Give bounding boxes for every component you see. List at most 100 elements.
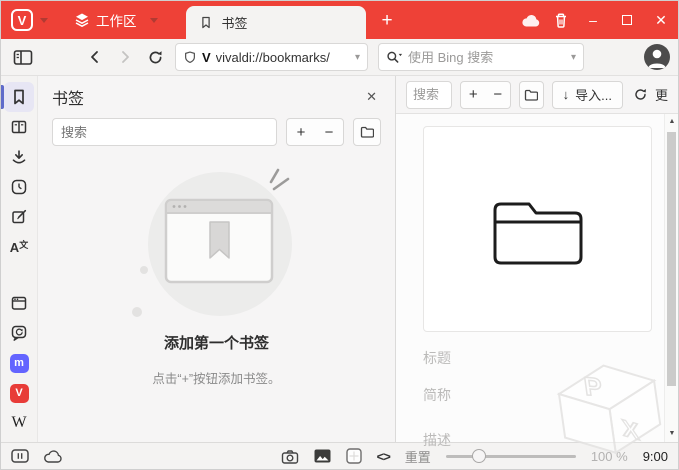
rail-bookmarks-button[interactable]	[4, 82, 34, 112]
workspaces-caret-icon	[149, 17, 158, 23]
mastodon-icon: m	[9, 353, 29, 373]
rail-sessions-button[interactable]	[4, 318, 34, 348]
zoom-slider-thumb[interactable]	[471, 449, 486, 463]
profile-avatar[interactable]	[644, 44, 670, 70]
bubble-loop-icon	[11, 325, 27, 341]
panel-search-row: + −	[52, 118, 381, 146]
minimize-button[interactable]: –	[576, 1, 610, 39]
page-images-icon[interactable]	[314, 449, 331, 463]
import-label: 导入...	[575, 88, 612, 103]
bookmark-fields: 标题 简称 描述	[423, 332, 656, 450]
refresh-thumbnail-button[interactable]: 更	[633, 85, 668, 104]
zoom-slider-track[interactable]	[445, 454, 576, 458]
trash-closed-tabs-button[interactable]	[546, 5, 576, 35]
arrow-down-icon: ↓	[562, 87, 570, 102]
bookmarks-main: + − ↓ 导入... 更	[396, 76, 678, 448]
zoom-slider[interactable]	[445, 449, 576, 463]
thumbnail-card[interactable]	[423, 126, 652, 332]
rail-vivaldi-button[interactable]: V	[4, 378, 34, 408]
import-button[interactable]: ↓ 导入...	[551, 80, 623, 109]
person-icon	[648, 49, 666, 68]
scrollbar[interactable]: ▲ ▼	[664, 114, 678, 442]
search-field[interactable]: ▾	[378, 43, 584, 71]
body-row: A文 m V W 书签 ✕ 搜索 + − 添加第一个书签 点击“+”按钮添加书签…	[1, 76, 678, 448]
scroll-down-button[interactable]: ▼	[665, 430, 678, 437]
zoom-value: 100 %	[590, 448, 628, 464]
main-remove-button[interactable]: −	[485, 86, 509, 103]
bookmark-editor: 标题 简称 描述	[396, 114, 678, 450]
rail-mastodon-button[interactable]: m	[4, 348, 34, 378]
wikipedia-icon: W	[11, 414, 27, 431]
address-field[interactable]: V ▾	[175, 43, 368, 71]
workspaces-button[interactable]: 工作区	[74, 10, 158, 30]
reload-button[interactable]	[141, 43, 169, 71]
forward-button[interactable]	[111, 43, 139, 71]
notes-pencil-icon	[12, 209, 27, 224]
rail-windows-button[interactable]	[4, 288, 34, 318]
main-add-remove-group: + −	[460, 80, 511, 109]
download-icon	[12, 150, 26, 164]
sync-status-cloud-icon[interactable]	[43, 449, 63, 464]
trash-icon	[556, 12, 566, 28]
page-actions-icon[interactable]: <>	[377, 449, 391, 464]
panel-toggle-icon	[13, 49, 33, 65]
new-folder-button[interactable]	[353, 118, 381, 146]
book-icon	[11, 120, 27, 134]
rail-wikipedia-button[interactable]: W	[4, 408, 34, 438]
close-window-button[interactable]: ✕	[644, 1, 678, 39]
rail-history-button[interactable]	[4, 172, 34, 202]
rail-notes-button[interactable]	[4, 202, 34, 232]
main-add-button[interactable]: +	[461, 86, 485, 103]
search-engine-dropdown-icon[interactable]: ▾	[571, 52, 576, 63]
rail-downloads-button[interactable]	[4, 142, 34, 172]
history-clock-icon	[11, 179, 27, 195]
description-field[interactable]: 描述	[423, 430, 656, 450]
scrollbar-thumb[interactable]	[667, 132, 676, 386]
menu-caret-icon[interactable]	[40, 17, 48, 23]
window-icon	[11, 296, 27, 310]
rail-translate-button[interactable]: A文	[4, 232, 34, 262]
panel-rail: A文 m V W	[1, 76, 38, 442]
more-label: 更	[654, 88, 668, 103]
web-search-input[interactable]	[408, 49, 566, 65]
statusbar-left	[11, 449, 63, 464]
search-engine-icon	[387, 51, 403, 63]
site-v-badge-icon: V	[202, 49, 211, 65]
big-folder-icon	[493, 202, 582, 265]
workspaces-label: 工作区	[96, 14, 137, 29]
cloud-icon	[522, 14, 540, 26]
title-field[interactable]: 标题	[423, 348, 656, 368]
address-toolbar: V ▾ ▾	[1, 39, 678, 76]
panel-search-input[interactable]	[52, 118, 277, 146]
sync-cloud-button[interactable]	[516, 5, 546, 35]
folder-icon	[525, 89, 539, 101]
maximize-button[interactable]	[610, 1, 644, 39]
url-dropdown-icon[interactable]: ▾	[355, 52, 360, 63]
clock: 9:00	[642, 448, 668, 464]
toggle-panel-icon[interactable]	[11, 449, 29, 463]
refresh-icon	[635, 88, 646, 100]
add-bookmark-button[interactable]: +	[287, 124, 315, 141]
rail-reading-list-button[interactable]	[4, 112, 34, 142]
main-new-folder-button[interactable]	[518, 80, 544, 109]
close-panel-button[interactable]: ✕	[362, 85, 381, 109]
empty-state-hint: 点击“+”按钮添加书签。	[152, 372, 281, 386]
toggle-panel-button[interactable]	[9, 43, 37, 71]
capture-camera-icon[interactable]	[281, 449, 299, 464]
scroll-up-button[interactable]: ▲	[665, 118, 678, 125]
new-tab-button[interactable]: +	[382, 11, 393, 30]
bookmarks-search-input[interactable]	[406, 80, 452, 109]
titlebar: V 工作区 书签 + – ✕	[1, 1, 678, 39]
maximize-icon	[622, 15, 632, 25]
url-input[interactable]	[215, 49, 350, 65]
tab-bookmarks[interactable]: 书签	[185, 6, 366, 39]
empty-bookmarks-illustration	[131, 168, 292, 317]
nickname-field[interactable]: 简称	[423, 385, 656, 405]
tab-tiling-icon[interactable]	[345, 448, 362, 464]
back-button[interactable]	[81, 43, 109, 71]
tab-title: 书签	[221, 16, 248, 31]
remove-bookmark-button[interactable]: −	[315, 124, 343, 141]
panel-header: 书签 ✕	[52, 76, 381, 118]
shield-icon	[185, 50, 195, 63]
vivaldi-menu-icon[interactable]: V	[11, 9, 33, 31]
